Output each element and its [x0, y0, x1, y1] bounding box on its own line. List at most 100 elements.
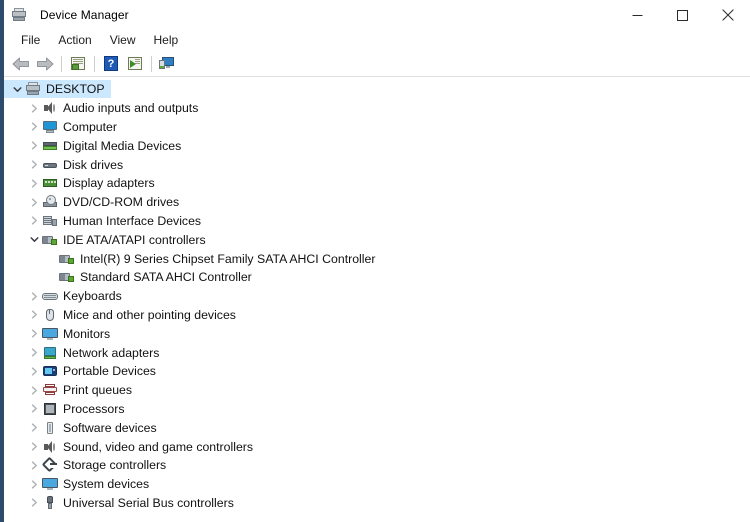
chevron-right-icon[interactable] [26, 344, 42, 362]
chevron-right-icon[interactable] [26, 494, 42, 512]
ide-icon [59, 269, 75, 285]
speaker-icon [42, 100, 58, 116]
menu-item-view[interactable]: View [101, 31, 145, 50]
tree-node[interactable]: Universal Serial Bus controllers [4, 494, 750, 513]
back-button[interactable] [9, 53, 33, 75]
ide-icon [42, 232, 58, 248]
tree-node-label: Universal Serial Bus controllers [63, 495, 234, 510]
properties-icon [69, 55, 87, 73]
tree-node[interactable]: DESKTOP [4, 80, 750, 99]
chevron-right-icon[interactable] [26, 438, 42, 456]
tree-node-content[interactable]: Audio inputs and outputs [4, 99, 204, 117]
tree-node-content[interactable]: Network adapters [4, 344, 165, 362]
chevron-right-icon[interactable] [26, 381, 42, 399]
tree-node-content[interactable]: Universal Serial Bus controllers [4, 494, 240, 512]
chevron-right-icon[interactable] [26, 287, 42, 305]
tree-node-content[interactable]: Mice and other pointing devices [4, 306, 242, 324]
tree-node-content[interactable]: DESKTOP [4, 80, 111, 99]
update-driver-button[interactable] [123, 53, 147, 75]
tree-node[interactable]: Sound, video and game controllers [4, 437, 750, 456]
chevron-down-icon[interactable] [9, 80, 25, 98]
close-button[interactable] [705, 0, 750, 30]
menu-item-help[interactable]: Help [145, 31, 188, 50]
tree-node-content[interactable]: System devices [4, 475, 155, 493]
chevron-right-icon[interactable] [26, 456, 42, 474]
menu-bar: File Action View Help [4, 30, 750, 51]
tree-node-content[interactable]: Keyboards [4, 287, 128, 305]
tree-node[interactable]: Display adapters [4, 174, 750, 193]
chevron-right-icon[interactable] [26, 475, 42, 493]
menu-item-file[interactable]: File [12, 31, 49, 50]
chevron-right-icon[interactable] [26, 212, 42, 230]
portable-icon [42, 363, 58, 379]
tree-node-content[interactable]: Monitors [4, 325, 116, 343]
tree-node[interactable]: Digital Media Devices [4, 136, 750, 155]
tree-node[interactable]: System devices [4, 475, 750, 494]
menu-item-action[interactable]: Action [49, 31, 100, 50]
tree-node-content[interactable]: Disk drives [4, 156, 129, 174]
scan-for-hardware-changes-button[interactable] [156, 53, 180, 75]
properties-button[interactable] [66, 53, 90, 75]
device-tree[interactable]: DESKTOP Audio inputs and outputs Computer D… [4, 77, 750, 522]
tree-node[interactable]: DVD/CD-ROM drives [4, 193, 750, 212]
tree-node-content[interactable]: Display adapters [4, 174, 161, 192]
tree-node[interactable]: Human Interface Devices [4, 212, 750, 231]
tree-node[interactable]: Intel(R) 9 Series Chipset Family SATA AH… [4, 249, 750, 268]
tree-node[interactable]: Audio inputs and outputs [4, 99, 750, 118]
tree-node[interactable]: Computer [4, 118, 750, 137]
tree-node[interactable]: Network adapters [4, 343, 750, 362]
tree-node-content[interactable]: Software devices [4, 419, 163, 437]
tree-node[interactable]: Processors [4, 400, 750, 419]
tree-node[interactable]: Standard SATA AHCI Controller [4, 268, 750, 287]
tree-node[interactable]: Print queues [4, 381, 750, 400]
chevron-right-icon[interactable] [26, 156, 42, 174]
tree-node-content[interactable]: Processors [4, 400, 131, 418]
back-arrow-icon [12, 57, 29, 70]
chevron-right-icon[interactable] [26, 99, 42, 117]
chevron-right-icon[interactable] [26, 193, 42, 211]
tree-node-content[interactable]: Storage controllers [4, 456, 172, 474]
tree-node-content[interactable]: Human Interface Devices [4, 212, 207, 230]
tree-node[interactable]: IDE ATA/ATAPI controllers [4, 230, 750, 249]
tree-node-label: Display adapters [63, 176, 155, 191]
tree-node-content[interactable]: DVD/CD-ROM drives [4, 193, 185, 211]
chevron-right-icon[interactable] [26, 306, 42, 324]
tree-node-content[interactable]: IDE ATA/ATAPI controllers [4, 231, 212, 249]
tree-node[interactable]: Monitors [4, 324, 750, 343]
net-icon [42, 345, 58, 361]
tree-node-content[interactable]: Portable Devices [4, 362, 162, 380]
chevron-right-icon[interactable] [26, 362, 42, 380]
chevron-down-icon[interactable] [26, 231, 42, 249]
usb-icon [42, 495, 58, 511]
maximize-button[interactable] [660, 0, 705, 30]
chevron-right-icon[interactable] [26, 137, 42, 155]
chevron-right-icon[interactable] [26, 400, 42, 418]
title-bar: Device Manager [4, 0, 750, 30]
tree-node-content[interactable]: Sound, video and game controllers [4, 438, 259, 456]
disk-icon [42, 157, 58, 173]
tree-node[interactable]: Portable Devices [4, 362, 750, 381]
tree-node-label: Human Interface Devices [63, 213, 202, 228]
chevron-right-icon[interactable] [26, 118, 42, 136]
tree-node[interactable]: Disk drives [4, 155, 750, 174]
toolbar-separator-3 [151, 55, 152, 72]
forward-button[interactable] [33, 53, 57, 75]
tree-node[interactable]: Mice and other pointing devices [4, 306, 750, 325]
chevron-right-icon[interactable] [26, 419, 42, 437]
tree-node-content[interactable]: Digital Media Devices [4, 137, 187, 155]
help-button[interactable]: ? [99, 53, 123, 75]
minimize-button[interactable] [615, 0, 660, 30]
tree-node[interactable]: Storage controllers [4, 456, 750, 475]
device-manager-window: Device Manager File Action View Help ? D… [4, 0, 750, 522]
tree-node-label: Intel(R) 9 Series Chipset Family SATA AH… [80, 251, 376, 266]
tree-node-content[interactable]: Print queues [4, 381, 138, 399]
tree-node[interactable]: Software devices [4, 418, 750, 437]
chevron-right-icon[interactable] [26, 325, 42, 343]
tree-node-content[interactable]: Computer [4, 118, 123, 136]
chevron-right-icon[interactable] [26, 174, 42, 192]
tree-node-content[interactable]: Intel(R) 9 Series Chipset Family SATA AH… [4, 251, 381, 267]
monitor-icon [42, 476, 58, 492]
monitor-icon [42, 326, 58, 342]
tree-node[interactable]: Keyboards [4, 287, 750, 306]
tree-node-content[interactable]: Standard SATA AHCI Controller [4, 269, 258, 285]
